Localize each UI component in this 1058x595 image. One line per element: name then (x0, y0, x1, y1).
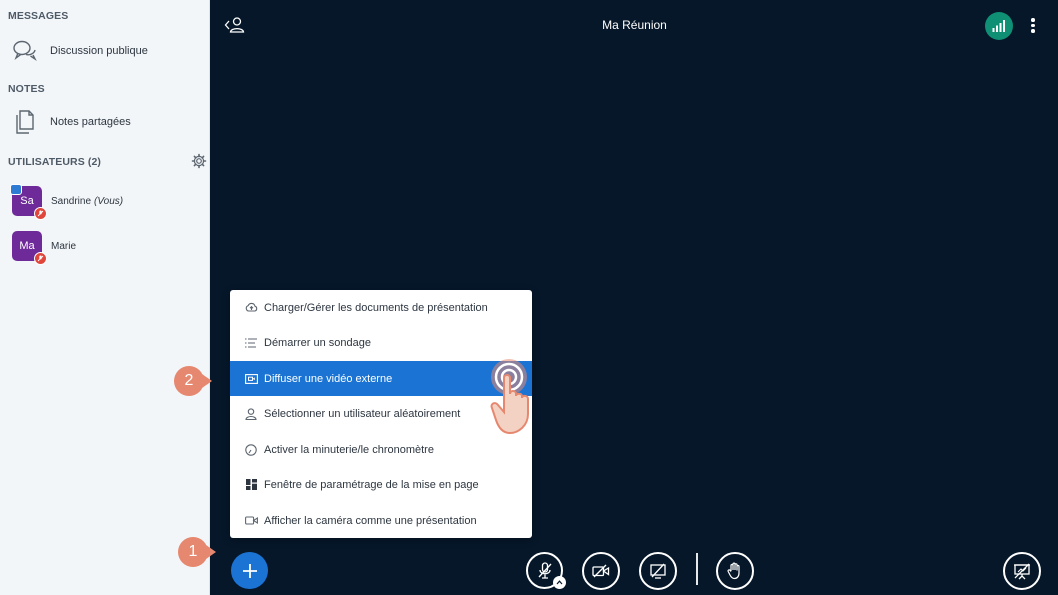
timer-icon (244, 443, 258, 457)
poll-list-icon (244, 336, 258, 350)
screen-share-off-icon (650, 563, 666, 579)
raise-hand-icon (727, 562, 740, 580)
menu-item-timer[interactable]: Activer la minuterie/le chronomètre (230, 432, 532, 467)
public-chat-label: Discussion publique (50, 45, 148, 57)
sidebar: MESSAGES Discussion publique NOTES Notes… (0, 0, 210, 595)
raise-hand-button[interactable] (716, 552, 754, 590)
menu-item-layout-settings[interactable]: Fenêtre de paramétrage de la mise en pag… (230, 467, 532, 502)
external-video-icon (244, 372, 258, 386)
shared-notes-item[interactable]: Notes partagées (12, 104, 202, 140)
presentation-off-icon (1014, 563, 1030, 579)
actions-menu: Charger/Gérer les documents de présentat… (230, 290, 532, 538)
audio-options-caret-icon[interactable] (553, 576, 566, 589)
step-number: 2 (184, 372, 194, 389)
upload-cloud-icon (244, 301, 258, 315)
muted-mic-icon (34, 252, 47, 265)
shared-notes-label: Notes partagées (50, 116, 131, 128)
user-list-item[interactable]: Ma Marie (12, 229, 202, 265)
share-webcam-button[interactable] (582, 552, 620, 590)
actions-plus-button[interactable] (231, 552, 268, 589)
user-you-tag: (Vous) (94, 195, 124, 207)
menu-item-camera-as-content[interactable]: Afficher la caméra comme une présentatio… (230, 503, 532, 538)
notes-section-title: NOTES (8, 83, 45, 95)
menu-item-label: Fenêtre de paramétrage de la mise en pag… (264, 478, 479, 491)
connection-status-button[interactable] (985, 12, 1013, 40)
user-name: Sandrine (51, 195, 92, 207)
share-screen-button[interactable] (639, 552, 677, 590)
document-copy-icon (16, 110, 34, 134)
user-name: Marie (51, 240, 77, 252)
menu-item-random-user[interactable]: Sélectionner un utilisateur aléatoiremen… (230, 396, 532, 431)
signal-bars-icon (992, 20, 1005, 32)
messages-section-title: MESSAGES (8, 10, 69, 22)
avatar-initials: Sa (20, 195, 34, 207)
menu-item-label: Charger/Gérer les documents de présentat… (264, 301, 488, 314)
menu-item-label: Activer la minuterie/le chronomètre (264, 443, 434, 456)
microphone-muted-icon (538, 561, 551, 579)
meeting-title: Ma Réunion (602, 18, 667, 32)
controls-divider (696, 553, 698, 585)
menu-item-label: Afficher la caméra comme une présentatio… (264, 514, 477, 527)
step-badge-1: 1 (178, 537, 216, 567)
users-section-title: UTILISATEURS (2) (8, 156, 101, 168)
muted-mic-icon (34, 207, 47, 220)
chat-bubbles-icon (13, 40, 37, 62)
camera-icon (244, 514, 258, 528)
menu-item-upload-presentation[interactable]: Charger/Gérer les documents de présentat… (230, 290, 532, 325)
layout-grid-icon (244, 478, 258, 492)
public-chat-item[interactable]: Discussion publique (12, 33, 202, 69)
menu-item-start-poll[interactable]: Démarrer un sondage (230, 325, 532, 360)
menu-item-label: Démarrer un sondage (264, 336, 372, 349)
avatar: Sa (10, 184, 47, 220)
user-list-item[interactable]: Sa Sandrine (Vous) (10, 184, 202, 220)
step-number: 1 (188, 543, 198, 560)
menu-item-label: Sélectionner un utilisateur aléatoiremen… (264, 407, 461, 420)
restore-presentation-button[interactable] (1003, 552, 1041, 590)
avatar-initials: Ma (19, 240, 35, 252)
camera-off-icon (592, 564, 610, 578)
menu-item-label: Diffuser une vidéo externe (264, 372, 393, 385)
plus-icon (242, 563, 257, 578)
user-icon (244, 407, 258, 421)
avatar: Ma (12, 231, 47, 265)
menu-item-external-video[interactable]: Diffuser une vidéo externe (230, 361, 532, 396)
gear-icon[interactable] (191, 153, 207, 169)
step-badge-2: 2 (174, 366, 212, 396)
tap-hand-icon (490, 359, 529, 435)
more-options-icon[interactable] (1029, 16, 1037, 36)
presenter-badge-icon (10, 184, 22, 195)
